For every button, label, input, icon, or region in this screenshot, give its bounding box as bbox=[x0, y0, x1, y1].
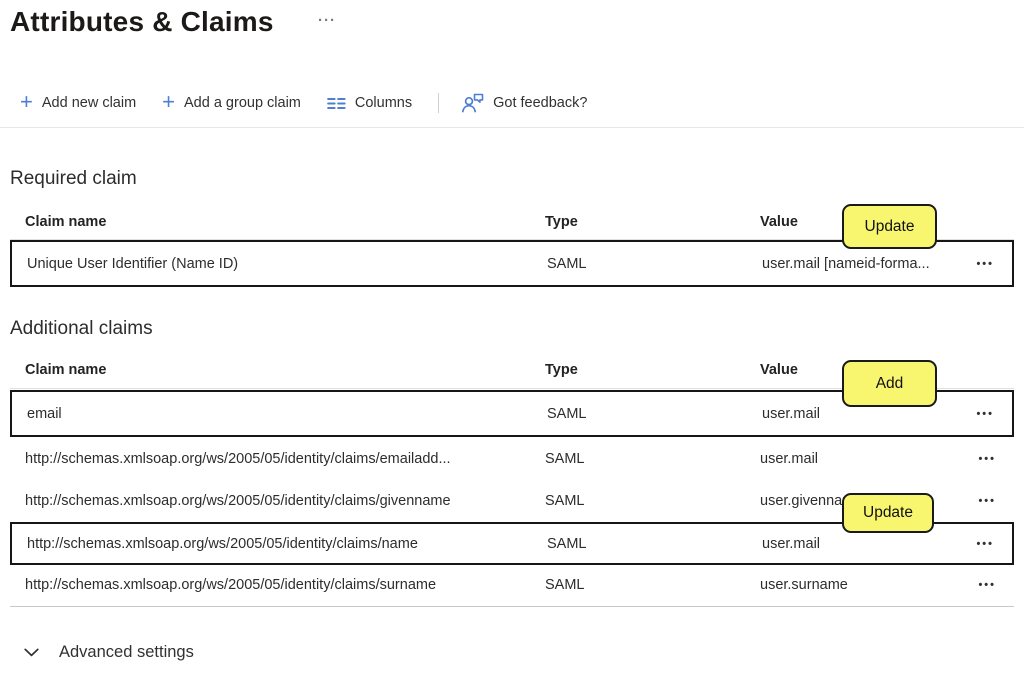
got-feedback-label: Got feedback? bbox=[493, 95, 587, 111]
toolbar-divider bbox=[438, 93, 439, 113]
row-context-menu-icon[interactable]: ••• bbox=[976, 258, 994, 270]
columns-label: Columns bbox=[355, 95, 412, 111]
claim-name-cell: http://schemas.xmlsoap.org/ws/2005/05/id… bbox=[25, 577, 436, 593]
advanced-settings-label: Advanced settings bbox=[59, 643, 194, 662]
additional-col-claim-name: Claim name bbox=[25, 362, 106, 378]
page-more-menu-icon[interactable]: ··· bbox=[318, 12, 336, 29]
annotation-update-name: Update bbox=[842, 493, 934, 533]
claim-name-cell: http://schemas.xmlsoap.org/ws/2005/05/id… bbox=[27, 536, 418, 552]
claim-type-cell: SAML bbox=[545, 451, 585, 467]
toolbar-rule bbox=[0, 127, 1024, 128]
row-context-menu-icon[interactable]: ••• bbox=[978, 453, 996, 465]
table-end-rule bbox=[10, 606, 1014, 607]
plus-icon: + bbox=[162, 92, 175, 112]
claim-type-cell: SAML bbox=[545, 493, 585, 509]
row-context-menu-icon[interactable]: ••• bbox=[976, 538, 994, 550]
claim-type-cell: SAML bbox=[547, 406, 587, 422]
row-context-menu-icon[interactable]: ••• bbox=[976, 408, 994, 420]
claim-row-surname[interactable]: http://schemas.xmlsoap.org/ws/2005/05/id… bbox=[10, 565, 1014, 605]
claim-name-cell: http://schemas.xmlsoap.org/ws/2005/05/id… bbox=[25, 451, 451, 467]
add-group-claim-button[interactable]: + Add a group claim bbox=[162, 93, 301, 113]
chevron-down-icon bbox=[24, 648, 39, 657]
required-col-value: Value bbox=[760, 214, 798, 230]
claim-value-cell: user.mail [nameid-forma... bbox=[762, 256, 930, 272]
claim-type-cell: SAML bbox=[545, 577, 585, 593]
claim-value-cell: user.mail bbox=[762, 406, 820, 422]
required-col-type: Type bbox=[545, 214, 578, 230]
page-title: Attributes & Claims bbox=[10, 6, 274, 38]
additional-col-value: Value bbox=[760, 362, 798, 378]
advanced-settings-expander[interactable]: Advanced settings bbox=[24, 643, 194, 662]
attributes-claims-page: Attributes & Claims ··· + Add new claim … bbox=[0, 0, 1024, 673]
got-feedback-button[interactable]: Got feedback? bbox=[461, 93, 587, 113]
claim-row-emailaddress[interactable]: http://schemas.xmlsoap.org/ws/2005/05/id… bbox=[10, 437, 1014, 481]
additional-claims-heading: Additional claims bbox=[10, 318, 153, 340]
required-col-claim-name: Claim name bbox=[25, 214, 106, 230]
annotation-update-required: Update bbox=[842, 204, 937, 249]
add-new-claim-label: Add new claim bbox=[42, 95, 136, 111]
columns-button[interactable]: Columns bbox=[327, 95, 412, 111]
plus-icon: + bbox=[20, 92, 33, 112]
add-group-claim-label: Add a group claim bbox=[184, 95, 301, 111]
claim-value-cell: user.surname bbox=[760, 577, 848, 593]
claim-value-cell: user.mail bbox=[760, 451, 818, 467]
claim-name-cell: Unique User Identifier (Name ID) bbox=[27, 256, 238, 272]
claim-name-cell: email bbox=[27, 406, 62, 422]
row-context-menu-icon[interactable]: ••• bbox=[978, 495, 996, 507]
row-context-menu-icon[interactable]: ••• bbox=[978, 579, 996, 591]
claim-value-cell: user.mail bbox=[762, 536, 820, 552]
claim-name-cell: http://schemas.xmlsoap.org/ws/2005/05/id… bbox=[25, 493, 451, 509]
additional-col-type: Type bbox=[545, 362, 578, 378]
command-bar: + Add new claim + Add a group claim bbox=[20, 88, 587, 118]
annotation-add-email: Add bbox=[842, 360, 937, 407]
claim-type-cell: SAML bbox=[547, 256, 587, 272]
add-new-claim-button[interactable]: + Add new claim bbox=[20, 93, 136, 113]
required-claim-heading: Required claim bbox=[10, 168, 137, 190]
claim-type-cell: SAML bbox=[547, 536, 587, 552]
columns-icon bbox=[327, 96, 346, 111]
feedback-icon bbox=[461, 93, 484, 113]
